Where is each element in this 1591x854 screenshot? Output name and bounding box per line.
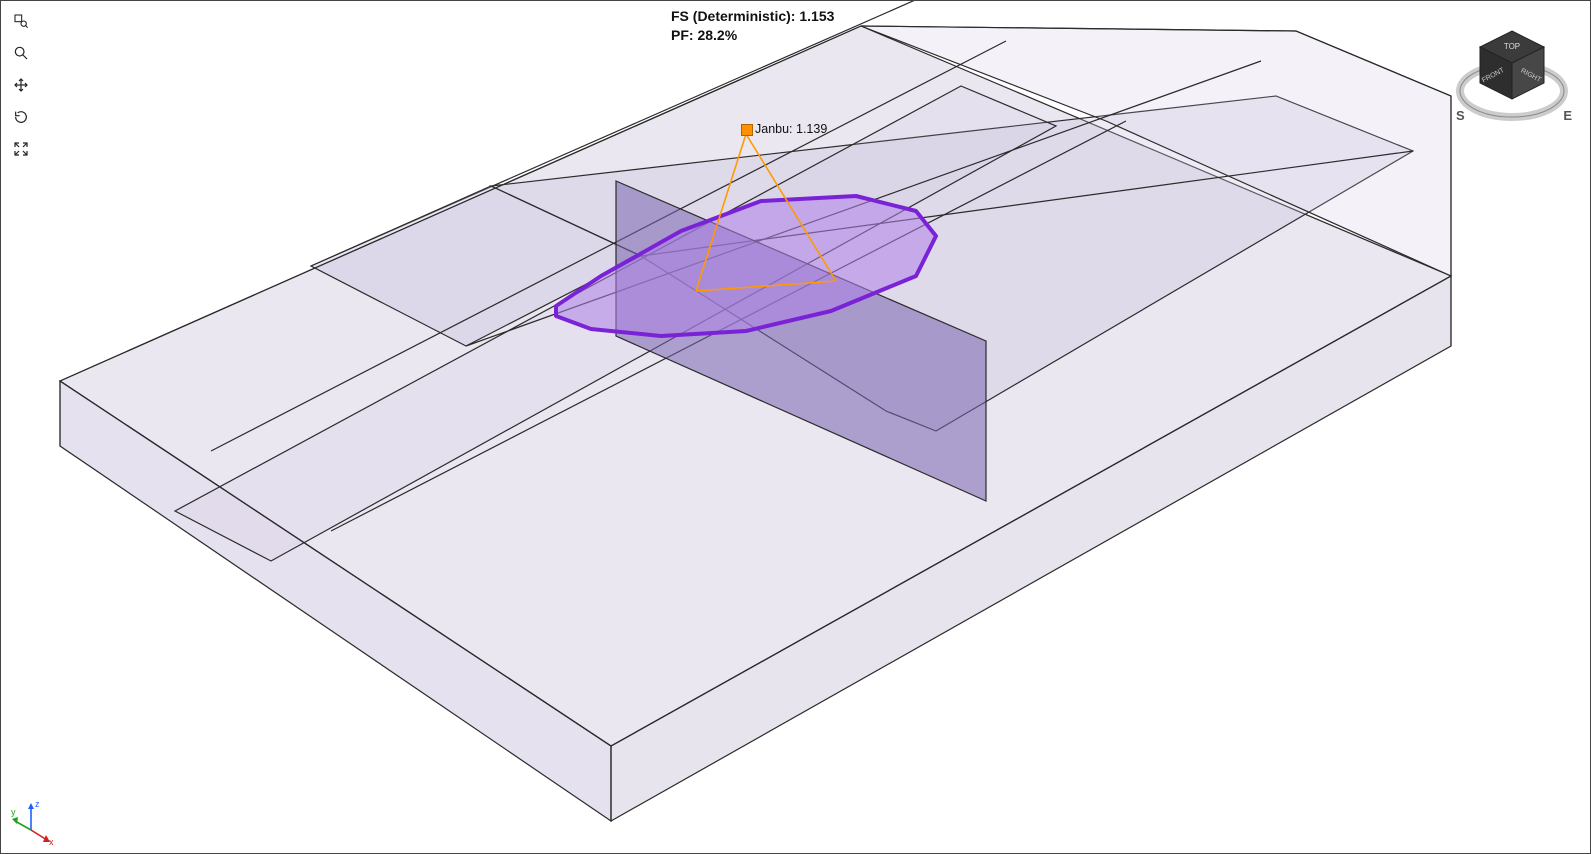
viewcube-top-face[interactable]: TOP [1504, 42, 1520, 51]
compass-east: E [1563, 108, 1572, 123]
fs-deterministic-label: FS (Deterministic): 1.153 [671, 7, 834, 26]
zoom-window-button[interactable] [7, 7, 35, 35]
axis-triad[interactable]: z y x [11, 795, 61, 845]
expand-icon [13, 138, 29, 160]
results-overlay: FS (Deterministic): 1.153 PF: 28.2% [671, 7, 834, 45]
zoom-button[interactable] [7, 39, 35, 67]
annotation-marker[interactable] [741, 124, 753, 136]
axis-y-label: y [11, 807, 16, 817]
view-toolbar [7, 7, 35, 163]
compass-south: S [1456, 108, 1465, 123]
rotate-button[interactable] [7, 103, 35, 131]
viewport-3d[interactable]: FS (Deterministic): 1.153 PF: 28.2% Janb… [0, 0, 1591, 854]
zoom-extents-button[interactable] [7, 135, 35, 163]
zoom-window-icon [13, 10, 29, 32]
pan-button[interactable] [7, 71, 35, 99]
pan-arrows-icon [13, 74, 29, 96]
view-cube[interactable]: TOP FRONT RIGHT S E [1452, 13, 1572, 133]
rotate-ccw-icon [13, 106, 29, 128]
axis-z-label: z [35, 799, 40, 809]
magnifier-icon [13, 42, 29, 64]
axis-x-label: x [49, 837, 54, 845]
pf-label: PF: 28.2% [671, 26, 834, 45]
annotation-label[interactable]: Janbu: 1.139 [755, 122, 827, 136]
